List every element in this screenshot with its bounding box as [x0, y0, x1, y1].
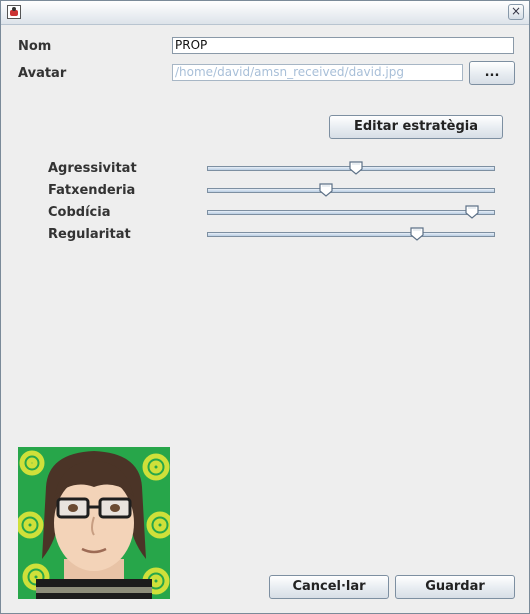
slider-label-agressivitat: Agressivitat	[48, 161, 137, 176]
cancel-button[interactable]: Cancel·lar	[269, 575, 389, 599]
slider-cobdicia-thumb[interactable]	[464, 205, 479, 219]
slider-label-fatxenderia: Fatxenderia	[48, 183, 136, 198]
save-button[interactable]: Guardar	[395, 575, 515, 599]
nom-label: Nom	[18, 39, 52, 54]
slider-agressivitat-thumb[interactable]	[349, 161, 364, 175]
slider-label-regularitat: Regularitat	[48, 227, 131, 242]
slider-fatxenderia[interactable]	[207, 188, 495, 193]
close-button[interactable]: ×	[508, 4, 524, 20]
slider-label-cobdicia: Cobdícia	[48, 205, 111, 220]
browse-button[interactable]: ...	[469, 61, 515, 85]
title-bar[interactable]: ×	[1, 1, 529, 25]
slider-fatxenderia-thumb[interactable]	[319, 183, 333, 197]
java-app-icon	[7, 5, 21, 19]
avatar-image	[18, 447, 170, 599]
edit-strategy-button[interactable]: Editar estratègia	[329, 115, 503, 139]
nom-field[interactable]: PROP	[172, 37, 514, 54]
dialog-window: × Nom PROP Avatar /home/david/amsn_recei…	[0, 0, 530, 614]
slider-cobdicia[interactable]	[207, 210, 495, 215]
avatar-label: Avatar	[18, 66, 67, 81]
avatar-path-field: /home/david/amsn_received/david.jpg	[172, 64, 463, 81]
slider-regularitat[interactable]	[207, 232, 495, 237]
slider-regularitat-thumb[interactable]	[410, 227, 424, 241]
